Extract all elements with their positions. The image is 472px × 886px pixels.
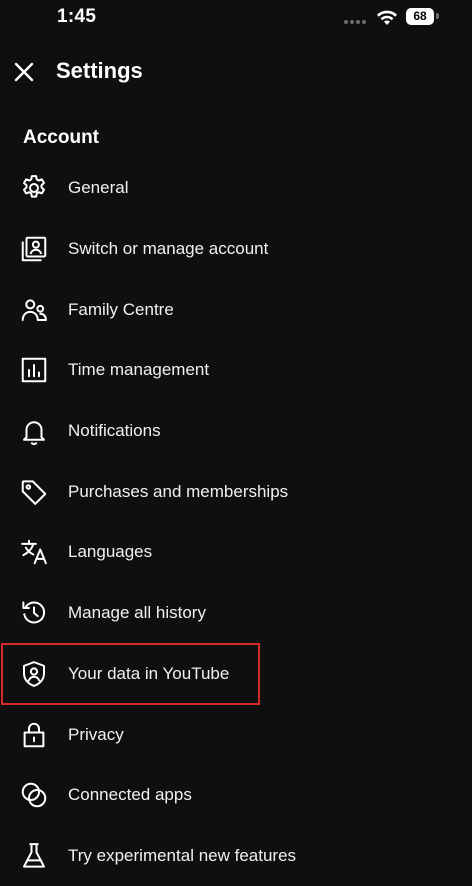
menu-item-your-data[interactable]: Your data in YouTube: [0, 644, 472, 705]
menu-item-privacy[interactable]: Privacy: [0, 704, 472, 765]
status-time: 1:45: [57, 6, 97, 27]
menu-item-notifications[interactable]: Notifications: [0, 401, 472, 462]
menu-item-manage-history[interactable]: Manage all history: [0, 583, 472, 644]
translate-icon: [19, 537, 49, 567]
status-bar: 1:45 68: [0, 0, 472, 36]
flask-icon: [19, 841, 49, 871]
menu-item-family-centre[interactable]: Family Centre: [0, 279, 472, 340]
lock-icon: [19, 720, 49, 750]
gear-icon: [19, 173, 49, 203]
wifi-icon: [377, 10, 397, 25]
menu-item-label: Privacy: [68, 724, 124, 744]
app-bar: Settings: [0, 50, 472, 94]
menu-item-label: Try experimental new features: [68, 845, 297, 865]
shield-person-icon: [19, 659, 49, 689]
menu-item-label: Purchases and memberships: [68, 481, 289, 501]
bar-chart-icon: [19, 355, 49, 385]
history-icon: [19, 598, 49, 628]
menu-item-label: Family Centre: [68, 299, 174, 319]
menu-item-label: Time management: [68, 360, 210, 380]
account-box-icon: [19, 234, 49, 264]
tag-icon: [19, 477, 49, 507]
menu-item-label: Your data in YouTube: [68, 663, 230, 683]
menu-item-label: Connected apps: [68, 785, 192, 805]
menu-item-label: Notifications: [68, 421, 161, 441]
connected-apps-icon: [19, 780, 49, 810]
menu-item-label: General: [68, 178, 129, 198]
menu-item-languages[interactable]: Languages: [0, 522, 472, 583]
menu-item-experimental-features[interactable]: Try experimental new features: [0, 826, 472, 886]
menu-item-switch-account[interactable]: Switch or manage account: [0, 219, 472, 280]
battery-icon: 68: [406, 8, 434, 25]
section-title-account: Account: [23, 127, 99, 148]
bell-icon: [19, 416, 49, 446]
menu-item-label: Languages: [68, 542, 153, 562]
close-button[interactable]: [10, 58, 38, 86]
menu-item-purchases[interactable]: Purchases and memberships: [0, 461, 472, 522]
battery-tip: [436, 13, 439, 19]
page-title: Settings: [56, 58, 143, 83]
menu-item-time-management[interactable]: Time management: [0, 340, 472, 401]
menu-item-general[interactable]: General: [0, 158, 472, 219]
cellular-signal-icon: [344, 20, 368, 24]
menu-item-label: Manage all history: [68, 603, 206, 623]
family-icon: [19, 295, 49, 325]
close-icon: [14, 62, 34, 82]
menu-item-connected-apps[interactable]: Connected apps: [0, 765, 472, 826]
menu-item-label: Switch or manage account: [68, 239, 269, 259]
settings-menu: General Switch or manage account Family …: [0, 158, 472, 886]
